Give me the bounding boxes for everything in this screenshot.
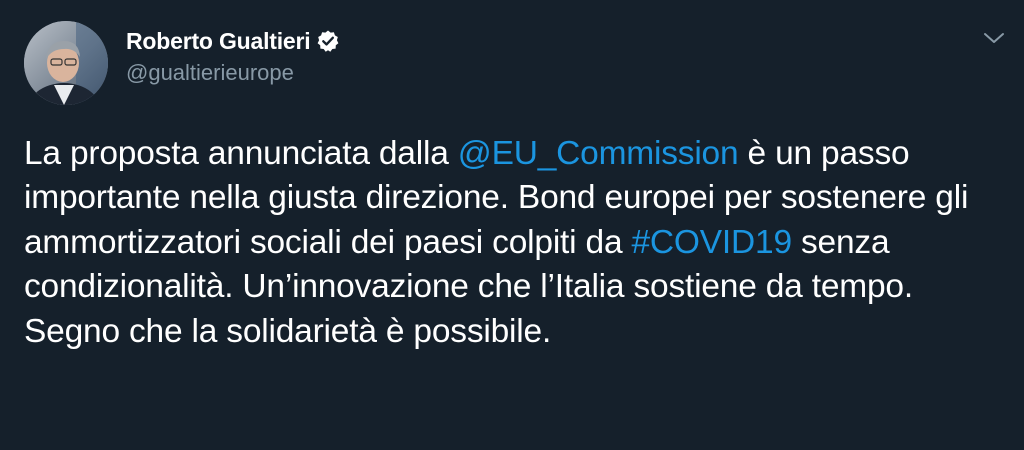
text-segment: La proposta annunciata dalla [24,135,458,172]
chevron-down-icon[interactable] [980,24,1008,52]
hashtag-link[interactable]: #COVID19 [631,224,792,261]
name-row: Roberto Gualtieri [126,26,340,56]
avatar[interactable] [24,21,108,105]
author-handle[interactable]: @gualtierieurope [126,60,340,86]
verified-badge-icon [316,29,340,53]
tweet-text: La proposta annunciata dalla @EU_Commiss… [24,132,1009,354]
profile-photo [24,21,108,105]
mention-link[interactable]: @EU_Commission [458,135,739,172]
author-name[interactable]: Roberto Gualtieri [126,28,311,55]
tweet-header: Roberto Gualtieri @gualtierieurope [126,26,340,86]
tweet-card: Roberto Gualtieri @gualtierieurope La pr… [0,0,1024,450]
